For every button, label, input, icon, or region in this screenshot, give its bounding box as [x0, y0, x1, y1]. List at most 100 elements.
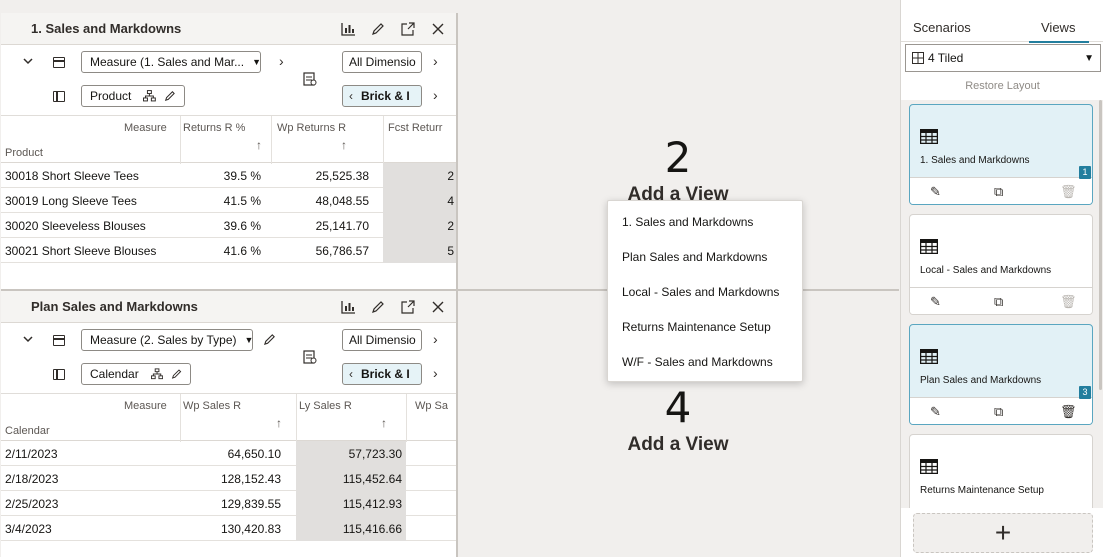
row-label: 2/25/2023	[5, 497, 59, 511]
row-dimension-tile[interactable]: Calendar	[81, 363, 191, 385]
view-card[interactable]: 1. Sales and Markdowns ✎ ⧉ 🗑 1	[909, 104, 1093, 205]
view-pane-1: 1. Sales and Markdowns Measure (1. Sales…	[1, 13, 456, 289]
scrollbar[interactable]	[1099, 100, 1102, 390]
row-dimension-row: Product ‹ Brick & I ›	[1, 72, 456, 113]
menu-item[interactable]: 1. Sales and Markdowns	[608, 207, 802, 242]
pivot-icon[interactable]	[303, 72, 317, 86]
layout-select[interactable]: 4 Tiled ▼	[905, 44, 1101, 72]
column-header[interactable]: Wp Sa	[415, 400, 448, 412]
data-grid: Measure Product Returns R % ↑ Wp Returns…	[1, 115, 456, 263]
shaded-cell	[383, 213, 456, 238]
table-row[interactable]: 2/25/2023 129,839.55 115,412.93	[1, 491, 456, 516]
column-header[interactable]: Ly Sales R	[299, 400, 352, 412]
tab-views[interactable]: Views	[1028, 20, 1091, 43]
cell: 2	[447, 169, 454, 183]
column-header[interactable]: Wp Returns R	[277, 122, 346, 134]
row-label: 2/11/2023	[5, 447, 58, 461]
table-icon	[920, 239, 938, 254]
cell: 115,416.66	[342, 522, 402, 536]
table-row[interactable]: 3/4/2023 130,420.83 115,416.66	[1, 516, 456, 541]
maximize-icon[interactable]	[400, 299, 416, 315]
menu-item[interactable]: Local - Sales and Markdowns	[608, 277, 802, 312]
chevron-right-icon[interactable]: ›	[433, 365, 438, 381]
edit-icon	[165, 91, 176, 102]
sort-arrow-icon[interactable]: ↑	[341, 138, 347, 152]
table-row[interactable]: 30019 Long Sleeve Tees 41.5 % 48,048.55 …	[1, 188, 456, 213]
chevron-left-icon[interactable]: ‹	[349, 367, 353, 381]
chevron-right-icon[interactable]: ›	[433, 53, 438, 69]
chevron-left-icon[interactable]: ‹	[349, 89, 353, 103]
vertical-splitter[interactable]	[456, 13, 458, 557]
edit-icon[interactable]	[370, 21, 386, 37]
maximize-icon[interactable]	[400, 21, 416, 37]
column-header[interactable]: Returns R %	[183, 122, 245, 134]
edit-icon[interactable]	[370, 299, 386, 315]
collapse-chevron-icon[interactable]	[23, 56, 33, 66]
menu-item[interactable]: Plan Sales and Markdowns	[608, 242, 802, 277]
view-header: Plan Sales and Markdowns	[1, 291, 456, 323]
view-title: 1. Sales and Markdowns	[31, 21, 182, 36]
column-header[interactable]: Fcst Returr	[388, 122, 442, 134]
duplicate-icon[interactable]: ⧉	[994, 404, 1003, 420]
duplicate-icon[interactable]: ⧉	[994, 184, 1003, 200]
add-view-label[interactable]: Add a View	[578, 434, 778, 456]
table-row[interactable]: 2/18/2023 128,152.43 115,452.64	[1, 466, 456, 491]
brick-label: Brick & I	[361, 367, 410, 381]
close-icon[interactable]	[430, 299, 446, 315]
brick-label: Brick & I	[361, 89, 410, 103]
views-panel: Scenarios Views 4 Tiled ▼ Restore Layout…	[900, 0, 1103, 557]
collapse-chevron-icon[interactable]	[23, 334, 33, 344]
table-icon	[920, 129, 938, 144]
restore-layout-button[interactable]: Restore Layout	[901, 80, 1103, 92]
row-label: 3/4/2023	[5, 522, 52, 536]
edit-icon[interactable]: ✎	[930, 404, 941, 420]
measure-dropdown[interactable]: Measure (2. Sales by Type) ▼	[81, 329, 253, 351]
sort-arrow-icon[interactable]: ↑	[381, 416, 387, 430]
sort-arrow-icon[interactable]: ↑	[256, 138, 262, 152]
sort-arrow-icon[interactable]: ↑	[276, 416, 282, 430]
table-row[interactable]: 2/11/2023 64,650.10 57,723.30	[1, 441, 456, 466]
chevron-right-icon[interactable]: ›	[279, 53, 284, 69]
close-icon[interactable]	[430, 21, 446, 37]
cell: 2	[447, 219, 454, 233]
table-icon	[920, 459, 938, 474]
view-card-actions: ✎ ⧉ 🗑	[910, 177, 1092, 204]
all-dimensions-box[interactable]: All Dimensio	[342, 329, 422, 351]
chevron-right-icon[interactable]: ›	[433, 87, 438, 103]
pivot-icon[interactable]	[303, 350, 317, 364]
tab-scenarios[interactable]: Scenarios	[913, 20, 971, 35]
measure-dropdown[interactable]: Measure (1. Sales and Mar... ▼	[81, 51, 261, 73]
view-card-actions: ✎ ⧉ 🗑	[910, 397, 1092, 424]
row-label: 30018 Short Sleeve Tees	[5, 169, 139, 183]
menu-item[interactable]: W/F - Sales and Markdowns	[608, 347, 802, 382]
chevron-right-icon[interactable]: ›	[433, 331, 438, 347]
duplicate-icon[interactable]: ⧉	[994, 294, 1003, 310]
menu-item[interactable]: Returns Maintenance Setup	[608, 312, 802, 347]
table-row[interactable]: 30018 Short Sleeve Tees 39.5 % 25,525.38…	[1, 163, 456, 188]
view-card[interactable]: Local - Sales and Markdowns ✎ ⧉ 🗑	[909, 214, 1093, 315]
view-card[interactable]: Returns Maintenance Setup	[909, 434, 1093, 508]
delete-icon[interactable]: 🗑	[1060, 404, 1077, 420]
cell: 5	[447, 244, 454, 258]
table-row[interactable]: 30021 Short Sleeve Blouses 41.6 % 56,786…	[1, 238, 456, 263]
chart-icon[interactable]	[340, 21, 356, 37]
edit-icon[interactable]	[263, 333, 276, 346]
table-icon	[920, 349, 938, 364]
row-dimension-tile[interactable]: Product	[81, 85, 185, 107]
tiled-layout-icon	[912, 52, 924, 64]
column-separator	[296, 394, 297, 442]
add-view-placeholder[interactable]: 4 Add a View	[578, 383, 778, 456]
table-row[interactable]: 30020 Sleeveless Blouses 39.6 % 25,141.7…	[1, 213, 456, 238]
add-view-placeholder[interactable]: 2 Add a View	[578, 133, 778, 206]
edit-icon[interactable]: ✎	[930, 294, 941, 310]
column-header[interactable]: Wp Sales R	[183, 400, 241, 412]
all-dimensions-box[interactable]: All Dimensio	[342, 51, 422, 73]
view-card[interactable]: Plan Sales and Markdowns ✎ ⧉ 🗑 3	[909, 324, 1093, 425]
data-grid: Measure Calendar Wp Sales R ↑ Ly Sales R…	[1, 393, 456, 541]
cell: 115,452.64	[342, 472, 402, 486]
add-view-button[interactable]: +	[913, 513, 1093, 553]
brick-dimension-box[interactable]: ‹ Brick & I	[342, 85, 422, 107]
brick-dimension-box[interactable]: ‹ Brick & I	[342, 363, 422, 385]
edit-icon[interactable]: ✎	[930, 184, 941, 200]
chart-icon[interactable]	[340, 299, 356, 315]
